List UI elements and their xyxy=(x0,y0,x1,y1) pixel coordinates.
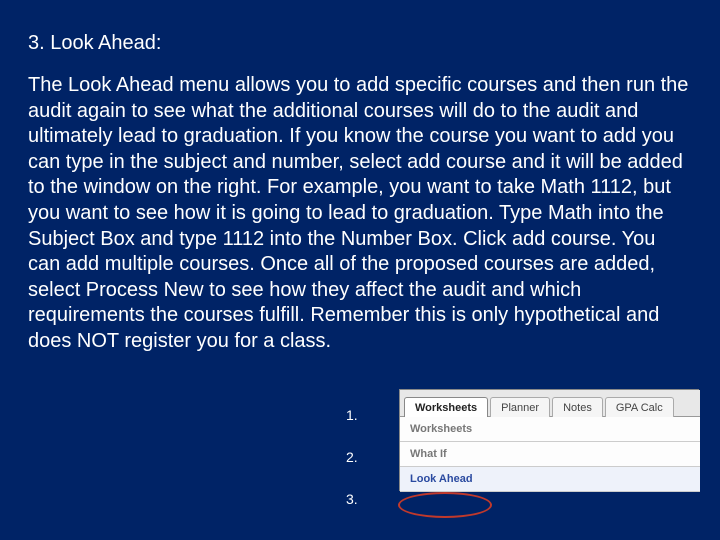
tab-notes[interactable]: Notes xyxy=(552,397,603,417)
step-2-label: 2. xyxy=(346,450,358,464)
slide: 3. Look Ahead: The Look Ahead menu allow… xyxy=(0,0,720,540)
tabs-row: Worksheets Planner Notes GPA Calc xyxy=(400,390,700,417)
highlight-oval-icon xyxy=(398,492,492,518)
tab-gpa-calc[interactable]: GPA Calc xyxy=(605,397,674,417)
tab-menu-screenshot: Worksheets Planner Notes GPA Calc Worksh… xyxy=(400,390,700,492)
menu-item-worksheets[interactable]: Worksheets xyxy=(400,417,700,442)
step-numbers: 1. 2. 3. xyxy=(346,408,358,534)
body-paragraph: The Look Ahead menu allows you to add sp… xyxy=(28,73,692,355)
step-3-label: 3. xyxy=(346,492,358,506)
tab-worksheets[interactable]: Worksheets xyxy=(404,397,488,417)
step-1-label: 1. xyxy=(346,408,358,422)
section-heading: 3. Look Ahead: xyxy=(28,32,692,55)
tab-planner[interactable]: Planner xyxy=(490,397,550,417)
menu-item-look-ahead[interactable]: Look Ahead xyxy=(400,467,700,492)
menu-item-what-if[interactable]: What If xyxy=(400,442,700,467)
